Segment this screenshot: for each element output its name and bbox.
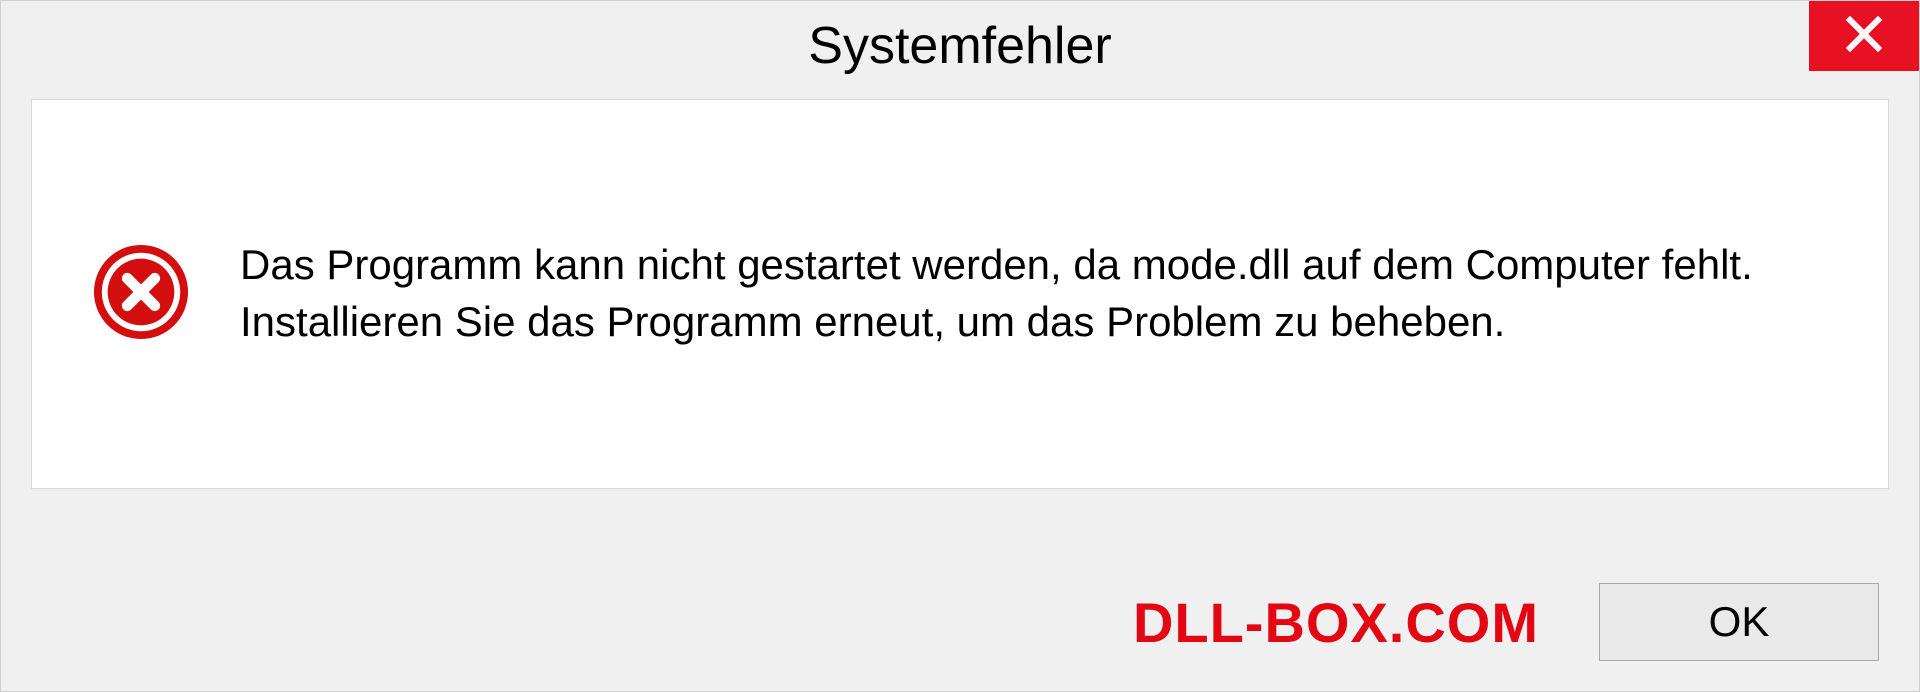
footer: DLL-BOX.COM OK xyxy=(41,583,1879,661)
error-icon xyxy=(92,243,190,346)
error-dialog: Systemfehler Das Programm kann nicht ges… xyxy=(0,0,1920,692)
error-message: Das Programm kann nicht gestartet werden… xyxy=(240,237,1760,350)
close-icon xyxy=(1844,14,1884,59)
titlebar: Systemfehler xyxy=(1,1,1919,91)
dialog-title: Systemfehler xyxy=(808,16,1111,76)
content-area: Das Programm kann nicht gestartet werden… xyxy=(31,99,1889,489)
close-button[interactable] xyxy=(1809,1,1919,71)
ok-button[interactable]: OK xyxy=(1599,583,1879,661)
watermark-text: DLL-BOX.COM xyxy=(1133,590,1539,655)
